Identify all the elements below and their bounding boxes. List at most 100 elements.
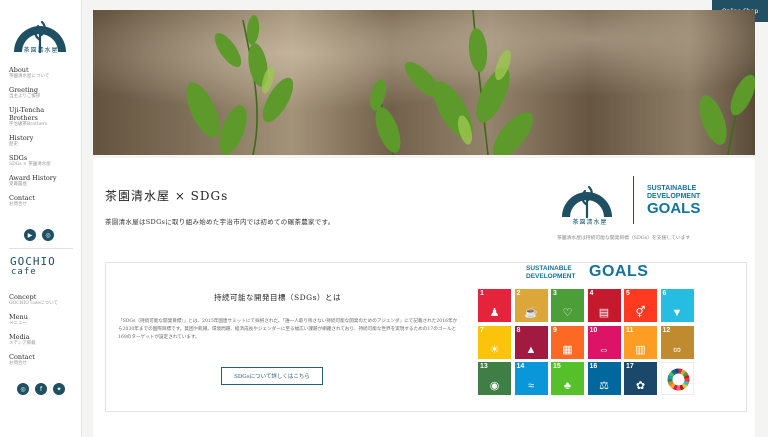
main-nav: About 茶園清水屋について Greeting 当主よりご挨拶 Uji-Ten… xyxy=(9,66,79,214)
goal-number: 11 xyxy=(626,326,634,334)
sdg-goal-16-tile: 16 ⚖ xyxy=(587,362,621,395)
sdg-wheel-icon xyxy=(667,368,689,391)
nav-greeting[interactable]: Greeting 当主よりご挨拶 xyxy=(9,86,79,100)
nav-label: Greeting xyxy=(9,86,39,94)
sdg-goal-4-tile: 4 ▤ xyxy=(587,289,621,322)
brand-name: 茶園清水屋 xyxy=(572,219,608,226)
sdg-goal-1-tile: 1 ♟ xyxy=(478,289,511,322)
nav-menu[interactable]: Menu メニュー xyxy=(9,313,79,327)
sdg-goal-13-tile: 13 ◉ xyxy=(478,362,511,395)
sdgs-goals-grid: 1 ♟ 2 ☕ 3 ♡ 4 ▤ 5 ⚥ 6 ▼ 7 ☀ 8 ▲ 9 ▦ 10 ⇔ 11 ▥ 12 ∞ 13 ◉ 14 ≈15 ♣ 16 ⚖ 1… xyxy=(478,289,696,395)
sdg-goal-12-tile: 12 ∞ xyxy=(660,325,694,359)
cafe-nav: Concept GOCHIO cafeについて Menu メニュー Media … xyxy=(9,293,79,373)
nav-media[interactable]: Media メディア掲載 xyxy=(9,333,79,347)
nav-label: Contact xyxy=(9,353,35,361)
goal-number: 8 xyxy=(516,326,521,334)
goal-icon: ♟ xyxy=(489,307,500,319)
tea-leaves-image xyxy=(93,10,755,155)
nav-label: History xyxy=(9,134,34,142)
goal-number: 9 xyxy=(553,326,557,334)
goal-number: 1 xyxy=(480,290,484,297)
goal-icon: ▦ xyxy=(562,343,573,356)
youtube-icon[interactable]: ▶ xyxy=(24,229,36,241)
nav-sublabel: 当主よりご挨拶 xyxy=(9,94,41,99)
nav-label: Award History xyxy=(9,174,57,182)
goal-number: 7 xyxy=(480,326,484,334)
gochio-logo-line1: GOCHIO xyxy=(10,255,56,268)
goals-head-line3: GOALS xyxy=(589,263,649,280)
nav-label: SDGs xyxy=(9,154,28,162)
goal-number: 5 xyxy=(626,290,630,297)
nav-about[interactable]: About 茶園清水屋について xyxy=(9,66,79,80)
goal-number: 16 xyxy=(589,363,598,370)
goal-icon: ▥ xyxy=(635,343,646,356)
sdg-goal-7-tile: 7 ☀ xyxy=(478,325,511,359)
instagram-icon[interactable]: ◎ xyxy=(42,229,54,241)
nav-history[interactable]: History 歴史 xyxy=(9,134,79,148)
nav-sublabel: お問合せ xyxy=(9,361,27,366)
section-lead: 茶園清水屋はSDGsに取り組み始めた宇治市内では初めての碾茶農家です。 xyxy=(105,218,335,226)
sdg-goal-9-tile: 9 ▦ xyxy=(551,325,584,359)
sdgs-section: 茶園清水屋 × SDGs 茶園清水屋はSDGsに取り組み始めた宇治市内では初めて… xyxy=(93,158,755,437)
goal-number: 3 xyxy=(553,290,557,297)
nav-label: About xyxy=(9,66,29,74)
divider xyxy=(633,176,634,224)
nav-uji-tencha-brothers[interactable]: Uji-Tencha Brothers 宇治碾茶Brothers xyxy=(9,106,79,128)
goal-icon: ▼ xyxy=(671,307,683,319)
goal-icon: ✿ xyxy=(635,380,646,392)
sdg-goal-2-tile: 2 ☕ xyxy=(514,289,548,322)
goal-icon: ☕ xyxy=(524,307,538,319)
sdg-goal-10-tile: 10 ⇔ xyxy=(587,325,621,359)
sidebar: 茶園清水屋 About 茶園清水屋について Greeting 当主よりご挨拶 U… xyxy=(0,0,82,437)
gochio-cafe-logo[interactable]: GOCHIO cafe xyxy=(10,256,72,277)
nav-label: Media xyxy=(9,333,30,341)
nav-sublabel: メニュー xyxy=(9,321,27,326)
divider xyxy=(9,248,73,249)
goal-icon: ♣ xyxy=(563,380,572,392)
sdg-goal-6-tile: 6 ▼ xyxy=(660,289,694,322)
gochio-logo-line2: cafe xyxy=(11,267,37,277)
nav-sublabel: SDGs × 茶園清水屋 xyxy=(9,162,51,167)
cafe-sns-links: ◎ f ✦ xyxy=(17,383,65,395)
nav-award-history[interactable]: Award History 受賞履歴 xyxy=(9,174,79,188)
nav-sdgs[interactable]: SDGs SDGs × 茶園清水屋 xyxy=(9,154,79,168)
goal-number: 4 xyxy=(589,290,594,297)
instagram-icon[interactable]: ◎ xyxy=(17,383,29,395)
info-description: 「SDGs（持続可能な開発目標）」とは、2015年国連サミットにて採択された、「… xyxy=(118,319,458,340)
nav-cafe-contact[interactable]: Contact お問合せ xyxy=(9,353,79,367)
nav-label: Menu xyxy=(9,313,28,321)
brand-name: 茶園清水屋 xyxy=(23,47,59,54)
nav-sublabel: 茶園清水屋について xyxy=(9,74,50,79)
goal-number: 14 xyxy=(516,363,525,370)
sdg-goal-8-tile: 8 ▲ xyxy=(514,325,548,359)
hero-image xyxy=(93,10,755,155)
goal-number: 17 xyxy=(626,363,634,370)
sdg-goal-5-tile: 5 ⚥ xyxy=(624,289,657,322)
goal-icon: ▲ xyxy=(525,343,537,356)
sdg-goal-3-tile: 3 ♡ xyxy=(551,289,584,322)
info-title: 持続可能な開発目標（SDGs）とは xyxy=(214,293,341,302)
goal-number: 15 xyxy=(553,363,561,370)
sdgs-goals-logo: SUSTAINABLE DEVELOPMENT GOALS xyxy=(647,185,700,217)
goal-number: 12 xyxy=(662,326,671,334)
nav-label: Concept xyxy=(9,293,37,301)
facebook-icon[interactable]: f xyxy=(35,383,47,395)
goal-icon: ⚥ xyxy=(635,307,646,319)
goals-logo-line1: SUSTAINABLE xyxy=(647,185,697,192)
goal-icon: ⚖ xyxy=(599,380,609,392)
nav-label: Uji-Tencha Brothers xyxy=(9,106,45,122)
goal-icon: ∞ xyxy=(673,343,681,356)
nav-sublabel: お問合せ xyxy=(9,202,27,207)
twitter-icon[interactable]: ✦ xyxy=(53,383,65,395)
nav-concept[interactable]: Concept GOCHIO cafeについて xyxy=(9,293,79,307)
sdgs-details-button[interactable]: SDGsについて詳しくはこちら xyxy=(221,367,323,385)
sns-links: ▶ ◎ xyxy=(24,229,54,241)
goal-number: 2 xyxy=(516,290,521,297)
nav-contact[interactable]: Contact お問合せ xyxy=(9,194,79,208)
goal-icon: ≈ xyxy=(527,380,535,392)
sdg-goal-11-tile: 11 ▥ xyxy=(624,325,657,359)
nav-sublabel: 受賞履歴 xyxy=(9,182,27,187)
goal-icon: ▤ xyxy=(598,307,610,319)
goal-icon: ◉ xyxy=(489,380,500,392)
goal-number: 6 xyxy=(662,290,667,297)
